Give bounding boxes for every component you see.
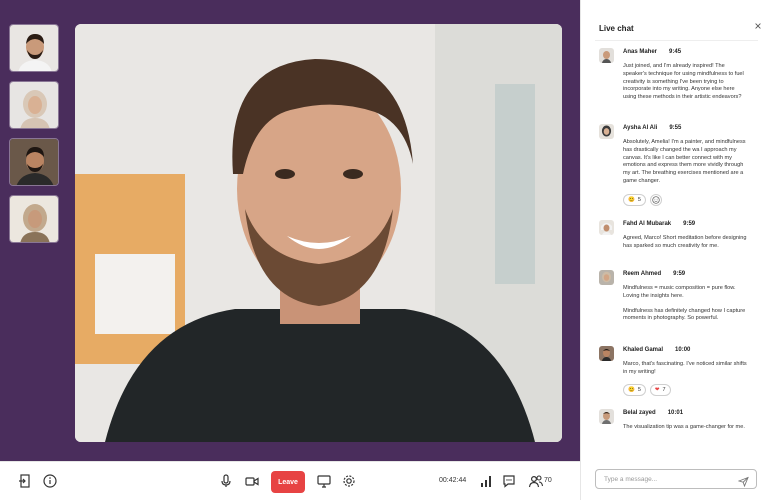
participant-thumbnail[interactable]: [9, 195, 59, 243]
message-text: Marco, that's fascinating. I've noticed …: [623, 361, 747, 375]
reaction-heart[interactable]: ❤ 7: [649, 384, 671, 396]
participant-thumbnail[interactable]: [9, 138, 59, 186]
avatar: [599, 48, 614, 63]
message-reactions: 😊 5 ❤ 7: [623, 384, 671, 396]
main-speaker-video: [75, 24, 562, 442]
message-author: Reem Ahmed: [623, 271, 662, 277]
gear-icon[interactable]: [340, 472, 358, 490]
call-toolbar: Leave 00:42:44 70: [0, 461, 580, 500]
reaction-smile[interactable]: 😊 5: [623, 194, 646, 206]
participants-icon[interactable]: [527, 472, 545, 490]
info-icon[interactable]: [41, 472, 59, 490]
send-icon[interactable]: [737, 474, 749, 488]
participant-thumbnail[interactable]: [9, 24, 59, 72]
chat-divider: [595, 40, 758, 41]
message-author: Belal zayed: [623, 410, 656, 416]
exit-door-icon[interactable]: [16, 472, 34, 490]
message-author: Fahd Al Mubarak: [623, 221, 672, 227]
avatar: [599, 346, 614, 361]
message-time: 10:00: [675, 347, 691, 353]
avatar: [599, 124, 614, 139]
message-time: 9:59: [673, 271, 686, 277]
leave-button[interactable]: Leave: [271, 471, 305, 493]
chat-bubble-icon[interactable]: [500, 472, 518, 490]
add-reaction-button[interactable]: [649, 194, 662, 206]
message-author: Anas Maher: [623, 49, 658, 55]
avatar: [599, 270, 614, 285]
message-text: Agreed, Marco! Short meditation before d…: [623, 235, 747, 249]
message-author: Aysha Al Ali: [623, 125, 658, 131]
chat-title: Live chat: [599, 24, 634, 33]
message-text: The visualization tip was a game-changer…: [623, 424, 745, 430]
avatar: [599, 220, 614, 235]
message-author: Khaled Gamal: [623, 347, 664, 353]
smile-icon: 😊: [628, 197, 635, 203]
close-icon[interactable]: [754, 22, 764, 32]
message-text: Just joined, and I'm already inspired! T…: [623, 63, 744, 101]
message-time: 10:01: [667, 410, 684, 416]
participant-thumbnail[interactable]: [9, 81, 59, 129]
message-time: 9:59: [683, 221, 696, 227]
message-time: 9:45: [669, 49, 682, 55]
video-stage: [0, 0, 580, 461]
participant-count: 70: [544, 477, 552, 484]
message-reactions: 😊 5: [623, 194, 662, 206]
call-timer: 00:42:44: [439, 477, 467, 484]
microphone-icon[interactable]: [217, 472, 235, 490]
smile-icon: 😊: [628, 387, 635, 393]
camera-icon[interactable]: [243, 472, 261, 490]
heart-icon: ❤: [654, 387, 660, 393]
smile-outline-icon: [652, 196, 660, 204]
message-time: 9:55: [669, 125, 682, 131]
message-text: Mindfulness = music composition = pure f…: [623, 285, 746, 322]
signal-strength-icon[interactable]: [477, 472, 495, 490]
reaction-smile[interactable]: 😊 5: [623, 384, 646, 396]
message-text: Absolutely, Amelia! I'm a painter, and m…: [623, 139, 746, 184]
avatar: [599, 409, 614, 424]
speaker-image: [75, 24, 562, 442]
message-input[interactable]: [595, 469, 757, 489]
live-chat-panel: Live chat Anas Maher 9:45 Just joined, an…: [580, 0, 768, 500]
screen-share-icon[interactable]: [315, 472, 333, 490]
participant-thumbnails: [9, 24, 59, 252]
